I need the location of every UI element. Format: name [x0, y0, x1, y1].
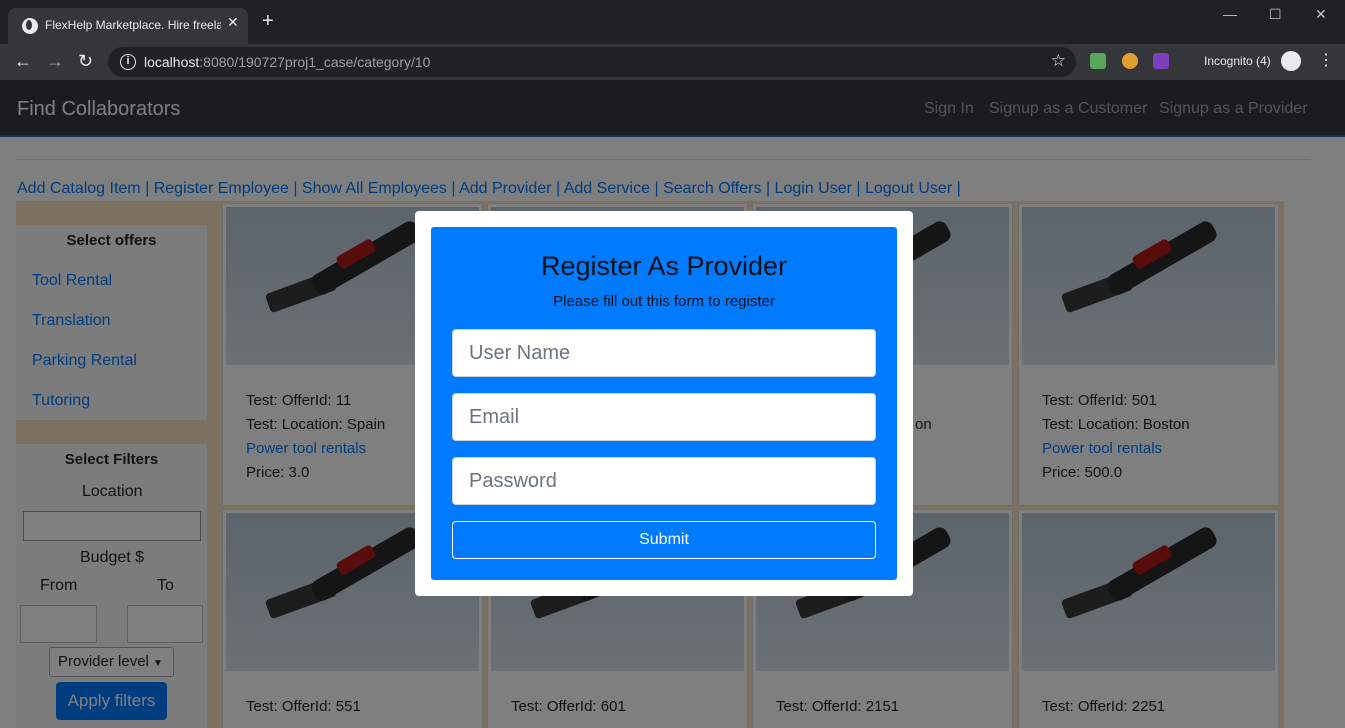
globe-icon	[22, 18, 38, 34]
info-icon[interactable]: i	[120, 54, 136, 70]
url-text: localhost:8080/190727proj1_case/category…	[144, 54, 431, 70]
submit-button[interactable]: Submit	[452, 521, 876, 559]
incognito-icon[interactable]	[1281, 51, 1301, 71]
menu-icon[interactable]: ⋮	[1318, 51, 1334, 71]
maximize-icon[interactable]: ☐	[1269, 6, 1282, 23]
tab-title: FlexHelp Marketplace. Hire freela	[45, 18, 221, 32]
email-input[interactable]	[452, 393, 876, 441]
modal-title: Register As Provider	[540, 251, 788, 281]
new-tab-icon[interactable]: +	[262, 11, 274, 31]
address-bar[interactable]: i localhost:8080/190727proj1_case/catego…	[108, 47, 1076, 77]
onenote-icon[interactable]	[1153, 53, 1169, 69]
tab-close-icon[interactable]: ✕	[227, 14, 239, 31]
extension-icon[interactable]	[1122, 53, 1138, 69]
password-input[interactable]	[452, 457, 876, 505]
register-form: Register As Provider Please fill out thi…	[431, 227, 897, 580]
username-input[interactable]	[452, 329, 876, 377]
register-provider-modal: Register As Provider Please fill out thi…	[415, 211, 913, 596]
extension-icon[interactable]	[1090, 53, 1106, 69]
forward-icon[interactable]: →	[46, 51, 64, 71]
modal-subtitle: Please fill out this form to register	[553, 293, 775, 310]
browser-tab[interactable]: FlexHelp Marketplace. Hire freela ✕	[8, 8, 248, 44]
back-icon[interactable]: ←	[14, 51, 32, 71]
window-close-icon[interactable]: ✕	[1315, 6, 1327, 23]
bookmark-star-icon[interactable]: ☆	[1051, 51, 1066, 71]
browser-tab-bar: FlexHelp Marketplace. Hire freela ✕ + — …	[0, 0, 1345, 44]
browser-toolbar: ← → ↻ i localhost:8080/190727proj1_case/…	[0, 44, 1345, 80]
reload-icon[interactable]: ↻	[78, 51, 93, 71]
minimize-icon[interactable]: —	[1223, 6, 1237, 22]
incognito-label: Incognito (4)	[1204, 54, 1271, 68]
